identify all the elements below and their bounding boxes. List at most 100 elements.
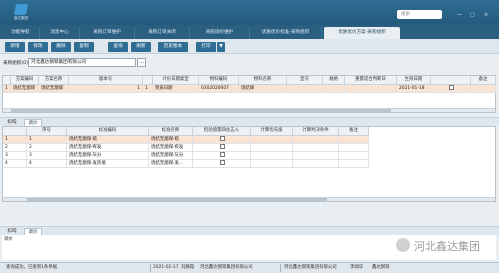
- round-cell[interactable]: [193, 136, 251, 144]
- plan-name-cell[interactable]: 烧结无烟煤: [39, 85, 69, 93]
- col-header[interactable]: 重量适合判断日: [345, 76, 397, 85]
- condition-cell[interactable]: [293, 136, 339, 144]
- priority-cell[interactable]: [251, 152, 293, 160]
- round-cell[interactable]: [193, 144, 251, 152]
- seq-cell[interactable]: 3: [27, 152, 67, 160]
- delete-button[interactable]: 删除: [51, 42, 71, 52]
- close-icon[interactable]: ×: [484, 12, 488, 18]
- col-header[interactable]: 生效日期: [397, 76, 431, 85]
- col-header: [3, 76, 11, 85]
- tab-quality-standard[interactable]: 优质优价标准-采购组织: [250, 27, 322, 39]
- tab-quality-plan[interactable]: 优质优价方案-采购组织: [324, 27, 400, 39]
- material-name-cell[interactable]: 烧结煤: [239, 85, 287, 93]
- seq-cell[interactable]: 2: [27, 144, 67, 152]
- priority-cell[interactable]: [251, 160, 293, 168]
- std-code-cell[interactable]: 烧结无烟煤-挥发: [67, 144, 149, 152]
- history-version-button[interactable]: 历史版本: [158, 42, 188, 52]
- col-header[interactable]: 计算优先级: [251, 127, 293, 136]
- horizontal-scrollbar[interactable]: [3, 108, 495, 112]
- effective-date-cell[interactable]: 2021-01-18: [397, 85, 431, 93]
- col-header[interactable]: 备注: [339, 127, 369, 136]
- col-header[interactable]: 标准名称: [149, 127, 193, 136]
- model-cell[interactable]: [287, 85, 323, 93]
- col-header[interactable]: 序号: [27, 127, 67, 136]
- col-header[interactable]: 标准编码: [67, 127, 149, 136]
- tab-inquiry-maintain[interactable]: 采购询价维护: [190, 27, 250, 39]
- standard-table: 序号 标准编码 标准名称 检验值需四舍五入 计算优先级 计算判决条件 备注 1 …: [2, 126, 496, 202]
- print-button[interactable]: 打印: [196, 42, 216, 52]
- module-tabbar: 功能导航 消息中心 采购订单维护 采购订单关闭 采购询价维护 优质优价标准-采购…: [0, 25, 499, 39]
- col-header[interactable]: 物料编码: [199, 76, 239, 85]
- condition-cell[interactable]: [293, 160, 339, 168]
- maximize-icon[interactable]: □: [470, 12, 475, 18]
- col-header[interactable]: 方案编码: [11, 76, 39, 85]
- query-button[interactable]: 查询: [108, 42, 128, 52]
- row-checkbox[interactable]: [449, 85, 454, 90]
- version-cell[interactable]: 1: [69, 85, 143, 93]
- checkbox-cell[interactable]: [431, 85, 471, 93]
- round-checkbox[interactable]: [220, 160, 225, 165]
- org-input[interactable]: 河北鑫达钢铁集团有限公司: [28, 58, 136, 67]
- std-name-cell[interactable]: 烧结无烟煤-灰分: [149, 152, 193, 160]
- watermark: 河北鑫达集团: [396, 236, 494, 254]
- scroll-thumb[interactable]: [27, 198, 327, 201]
- seq-cell[interactable]: 1: [27, 136, 67, 144]
- horizontal-scrollbar[interactable]: [3, 197, 495, 201]
- priority-cell[interactable]: [251, 144, 293, 152]
- status-user-2: 李翊华: [350, 265, 364, 270]
- round-checkbox[interactable]: [220, 136, 225, 141]
- date-type-cell[interactable]: 到货日期: [153, 85, 199, 93]
- priority-cell[interactable]: [251, 136, 293, 144]
- round-cell[interactable]: [193, 152, 251, 160]
- condition-cell[interactable]: [293, 144, 339, 152]
- edit-button[interactable]: 修改: [28, 42, 48, 52]
- copy-button[interactable]: 复制: [74, 42, 94, 52]
- remark-cell[interactable]: [339, 144, 369, 152]
- row-number: 1: [3, 136, 27, 144]
- minimize-icon[interactable]: —: [457, 12, 462, 18]
- condition-cell[interactable]: [293, 152, 339, 160]
- weight-cell[interactable]: [345, 85, 397, 93]
- org-browse-button[interactable]: …: [137, 58, 146, 67]
- remark-cell[interactable]: [339, 152, 369, 160]
- col-header[interactable]: 版本号: [69, 76, 143, 85]
- tab-po-close[interactable]: 采购订单关闭: [135, 27, 190, 39]
- round-cell[interactable]: [193, 160, 251, 168]
- material-code-cell[interactable]: 0302020007: [199, 85, 239, 93]
- std-name-cell[interactable]: 烧结无烟煤-硫: [149, 136, 193, 144]
- tab-function-nav[interactable]: 功能导航: [2, 27, 40, 39]
- std-code-cell[interactable]: 烧结无烟煤-灰分: [67, 152, 149, 160]
- std-name-cell[interactable]: 烧结无烟煤-发...: [149, 160, 193, 168]
- spec-cell[interactable]: [323, 85, 345, 93]
- flag-cell[interactable]: 1: [143, 85, 153, 93]
- col-header[interactable]: 物料名称: [239, 76, 287, 85]
- col-header[interactable]: [143, 76, 153, 85]
- round-checkbox[interactable]: [220, 144, 225, 149]
- col-header[interactable]: 方案名称: [39, 76, 69, 85]
- round-checkbox[interactable]: [220, 152, 225, 157]
- std-code-cell[interactable]: 烧结无烟煤-发热值: [67, 160, 149, 168]
- plan-code-cell[interactable]: 烧结无烟煤: [11, 85, 39, 93]
- remark-cell[interactable]: [339, 136, 369, 144]
- std-name-cell[interactable]: 烧结无烟煤-挥发: [149, 144, 193, 152]
- tab-po-maintain[interactable]: 采购订单维护: [80, 27, 135, 39]
- search-input[interactable]: 搜索: [397, 10, 442, 19]
- remark-cell[interactable]: [471, 85, 496, 93]
- seq-cell[interactable]: 4: [27, 160, 67, 168]
- toolbar: 新增 修改 删除 复制 查询 刷新 历史版本 打印 ▼: [0, 39, 499, 54]
- col-header[interactable]: 规格: [323, 76, 345, 85]
- add-button[interactable]: 新增: [5, 42, 25, 52]
- remark-cell[interactable]: [339, 160, 369, 168]
- tab-message-center[interactable]: 消息中心: [40, 27, 80, 39]
- col-header[interactable]: 备注: [471, 76, 496, 85]
- std-code-cell[interactable]: 烧结无烟煤-硫: [67, 136, 149, 144]
- refresh-button[interactable]: 刷新: [131, 42, 151, 52]
- status-bar: 查询成功，已查到1条单据 2021-02-17 刘静霞 河北鑫达钢铁集团有限公司…: [0, 262, 499, 273]
- col-header[interactable]: 型号: [287, 76, 323, 85]
- col-header[interactable]: 计算判决条件: [293, 127, 339, 136]
- col-header[interactable]: [431, 76, 471, 85]
- print-dropdown-icon[interactable]: ▼: [217, 42, 225, 52]
- col-header[interactable]: 计价日期类型: [153, 76, 199, 85]
- col-header[interactable]: 检验值需四舍五入: [193, 127, 251, 136]
- scroll-thumb[interactable]: [11, 109, 391, 112]
